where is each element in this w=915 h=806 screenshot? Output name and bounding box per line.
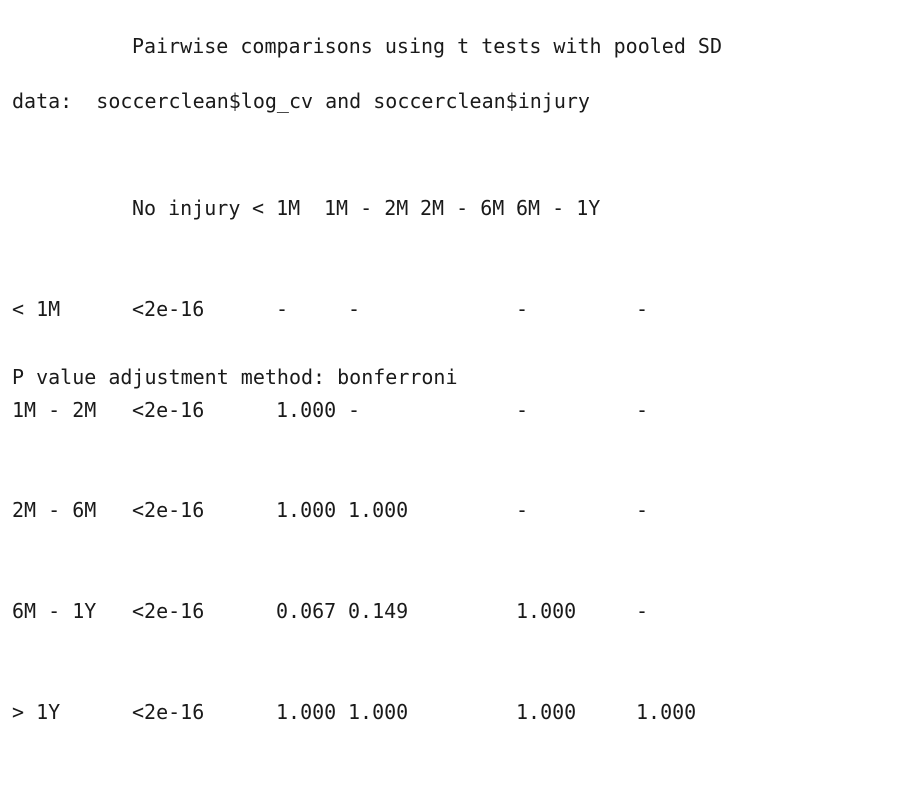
row-label: 2M - 6M xyxy=(12,498,97,523)
table-cell: 0.067 xyxy=(276,599,337,624)
table-cell: 1.000 xyxy=(276,397,337,422)
table-cell: - xyxy=(636,599,649,624)
table-row: 1M - 2M <2e-16 1.000 - - - xyxy=(12,398,648,427)
r-console-output: Pairwise comparisons using t tests with … xyxy=(0,0,915,724)
p-value-table: No injury < 1M 1M - 2M 2M - 6M 6M - 1Y <… xyxy=(12,148,696,777)
table-cell: - xyxy=(348,397,361,422)
row-label: > 1Y xyxy=(12,699,61,724)
table-cell: 1.000 xyxy=(348,699,409,724)
column-header: 1M - 2M xyxy=(324,196,409,220)
table-cell: 1.000 xyxy=(516,599,577,624)
table-cell: - xyxy=(516,397,529,422)
table-cell: 1.000 xyxy=(636,699,697,724)
table-cell: <2e-16 xyxy=(132,296,205,321)
table-cell: <2e-16 xyxy=(132,599,205,624)
table-cell: 1.000 xyxy=(276,699,337,724)
table-cell: 0.149 xyxy=(348,599,409,624)
table-cell: <2e-16 xyxy=(132,397,205,422)
adjustment-method: P value adjustment method: bonferroni xyxy=(12,365,458,389)
column-header: 2M - 6M xyxy=(420,196,505,220)
table-cell: - xyxy=(276,296,289,321)
table-cell: - xyxy=(636,397,649,422)
table-row: 6M - 1Y <2e-16 0.067 0.149 1.000 - xyxy=(12,599,648,628)
column-header: No injury xyxy=(132,196,241,220)
table-cell: 1.000 xyxy=(348,498,409,523)
table-cell: - xyxy=(636,498,649,523)
row-label: 6M - 1Y xyxy=(12,599,97,624)
table-header-row: No injury < 1M 1M - 2M 2M - 6M 6M - 1Y xyxy=(12,196,600,225)
column-header: < 1M xyxy=(252,196,301,220)
table-cell: - xyxy=(516,498,529,523)
table-cell: 1.000 xyxy=(516,699,577,724)
column-header: 6M - 1Y xyxy=(516,196,601,220)
data-description: data: soccerclean$log_cv and soccerclean… xyxy=(12,89,590,113)
table-row: 2M - 6M <2e-16 1.000 1.000 - - xyxy=(12,498,648,527)
table-cell: - xyxy=(636,296,649,321)
row-label: < 1M xyxy=(12,296,61,321)
table-cell: 1.000 xyxy=(276,498,337,523)
test-title: Pairwise comparisons using t tests with … xyxy=(132,34,723,58)
table-row: < 1M <2e-16 - - - - xyxy=(12,296,648,326)
table-cell: <2e-16 xyxy=(132,699,205,724)
table-row: > 1Y <2e-16 1.000 1.000 1.000 1.000 xyxy=(12,699,696,729)
row-label: 1M - 2M xyxy=(12,397,97,422)
table-cell: - xyxy=(348,296,361,321)
table-cell: <2e-16 xyxy=(132,498,205,523)
table-cell: - xyxy=(516,296,529,321)
